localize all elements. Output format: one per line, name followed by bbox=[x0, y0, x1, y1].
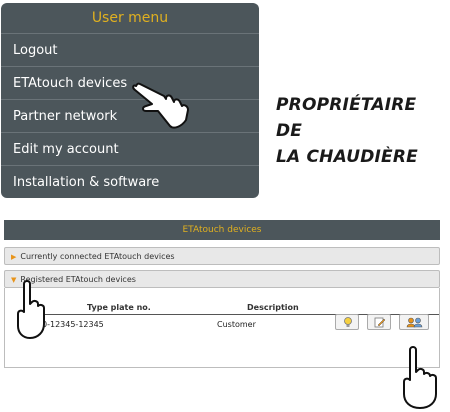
menu-item-edit-account[interactable]: Edit my account bbox=[1, 132, 259, 165]
lightbulb-button[interactable] bbox=[335, 314, 359, 330]
column-header-description: Description bbox=[247, 303, 299, 312]
hand-pointer-icon bbox=[17, 280, 45, 339]
caption: PROPRIÉTAIRE DE LA CHAUDIÈRE bbox=[276, 92, 446, 170]
edit-icon bbox=[374, 317, 386, 328]
menu-item-installation-software[interactable]: Installation & software bbox=[1, 165, 259, 198]
panel-title: ETAtouch devices bbox=[4, 220, 440, 240]
user-menu-title: User menu bbox=[91, 10, 169, 26]
hand-pointer-icon bbox=[132, 80, 189, 129]
cell-description: Customer bbox=[217, 320, 256, 329]
expand-arrow-icon: ▶ bbox=[11, 253, 17, 261]
caption-line-1: PROPRIÉTAIRE DE bbox=[276, 95, 417, 141]
hand-pointer-icon bbox=[403, 346, 437, 409]
edit-button[interactable] bbox=[367, 314, 391, 330]
section-label: Currently connected ETAtouch devices bbox=[20, 252, 175, 261]
users-button[interactable] bbox=[399, 314, 429, 330]
users-icon bbox=[406, 317, 423, 328]
lightbulb-icon bbox=[344, 317, 352, 327]
registered-devices-table: Type plate no. Description P820-12345-12… bbox=[4, 288, 440, 368]
etatouch-devices-panel: ETAtouch devices ▶ Currently connected ET… bbox=[4, 220, 440, 368]
column-header-type-plate: Type plate no. bbox=[87, 303, 151, 312]
menu-item-logout[interactable]: Logout bbox=[1, 33, 259, 66]
caption-line-2: LA CHAUDIÈRE bbox=[276, 147, 418, 167]
section-registered-devices[interactable]: ▼ Registered ETAtouch devices bbox=[4, 270, 440, 288]
section-currently-connected[interactable]: ▶ Currently connected ETAtouch devices bbox=[4, 247, 440, 265]
